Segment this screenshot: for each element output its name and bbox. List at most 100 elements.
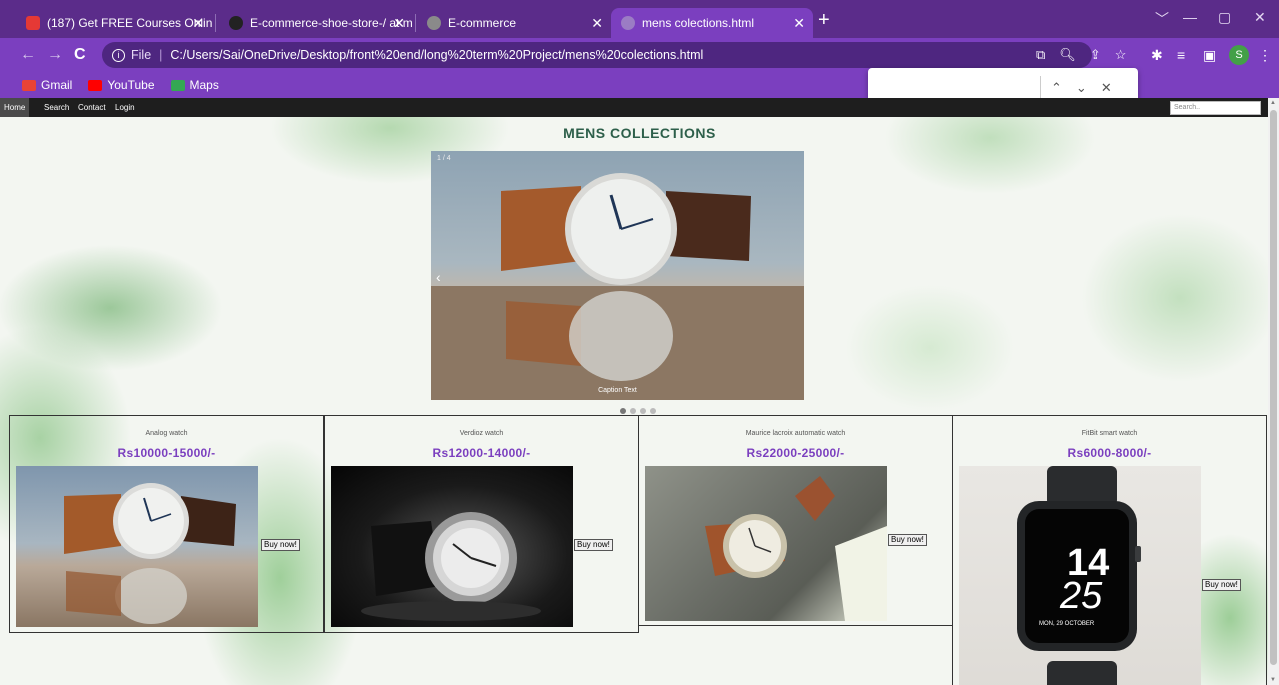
slide-dot-2[interactable] xyxy=(630,408,636,414)
close-tab-icon[interactable]: ✕ xyxy=(192,15,204,32)
product-price: Rs12000-14000/- xyxy=(432,446,531,460)
bookmark-label: Maps xyxy=(189,78,219,92)
extensions-icon[interactable]: ✱ xyxy=(1151,47,1163,64)
tab-ecommerce[interactable]: E-commerce ✕ xyxy=(417,8,611,38)
github-favicon-icon xyxy=(229,16,243,30)
close-tab-icon[interactable]: ✕ xyxy=(393,15,405,32)
address-separator: | xyxy=(159,48,163,62)
site-info-icon[interactable]: i xyxy=(112,48,125,62)
nav-home[interactable]: Home xyxy=(0,98,30,117)
find-next-button[interactable]: ⌄ xyxy=(1076,80,1087,96)
gmail-icon xyxy=(22,79,36,91)
bookmark-youtube[interactable]: YouTube xyxy=(88,78,155,92)
find-previous-button[interactable]: ⌃ xyxy=(1051,80,1062,96)
product-name: Maurice lacroix automatic watch xyxy=(745,430,846,437)
slide-dot-4[interactable] xyxy=(650,408,656,414)
tab-search-icon[interactable]: ﹀ xyxy=(1155,9,1169,29)
product-price: Rs6000-8000/- xyxy=(1067,446,1152,460)
tab-title: E-commerce xyxy=(448,16,517,30)
tab-strip: (187) Get FREE Courses Online w ✕ E-comm… xyxy=(0,0,1279,38)
scroll-up-icon[interactable]: ▲ xyxy=(1270,100,1276,106)
maximize-button[interactable]: ▢ xyxy=(1218,9,1231,26)
slide-dot-3[interactable] xyxy=(640,408,646,414)
smartwatch-minute: 25 xyxy=(1060,575,1103,617)
close-tab-icon[interactable]: ✕ xyxy=(591,15,603,32)
menu-icon[interactable]: ⋮ xyxy=(1258,47,1272,64)
previous-slide-icon[interactable]: ‹ xyxy=(436,269,441,285)
slide-counter: 1 / 4 xyxy=(437,155,451,162)
zoom-icon[interactable]: 🔍︎ xyxy=(1059,47,1076,63)
side-panel-icon[interactable]: ▣ xyxy=(1203,47,1216,64)
reload-button[interactable]: C xyxy=(74,46,86,64)
find-close-button[interactable]: ✕ xyxy=(1101,80,1112,96)
product-price: Rs22000-25000/- xyxy=(746,446,845,460)
slide-caption: Caption Text xyxy=(598,387,637,394)
globe-favicon-icon xyxy=(621,16,635,30)
nav-login[interactable]: Login xyxy=(111,98,139,117)
product-card-verdioz: Verdioz watch Rs12000-14000/- Buy now! xyxy=(324,415,639,633)
tab-divider xyxy=(215,14,216,32)
tab-courses[interactable]: (187) Get FREE Courses Online w ✕ xyxy=(16,8,212,38)
site-navbar: Home Search Contact Login Search.. xyxy=(0,98,1268,117)
buy-now-button[interactable]: Buy now! xyxy=(574,539,613,551)
reading-list-icon[interactable]: ≡ xyxy=(1177,47,1185,63)
new-tab-button[interactable]: + xyxy=(818,10,830,30)
product-image xyxy=(645,466,887,621)
product-card-fitbit: FitBit smart watch Rs6000-8000/- 14 25 M… xyxy=(952,415,1267,685)
tab-divider xyxy=(415,14,416,32)
product-image xyxy=(16,466,258,627)
tab-title: mens colections.html xyxy=(642,16,755,30)
bookmark-label: YouTube xyxy=(107,78,155,92)
close-window-button[interactable]: ✕ xyxy=(1254,9,1266,26)
bookmark-star-icon[interactable]: ☆ xyxy=(1115,47,1127,63)
youtube-favicon-icon xyxy=(26,16,40,30)
smartwatch-date: MON, 29 OCTOBER xyxy=(1039,621,1095,627)
back-button[interactable]: ← xyxy=(20,46,36,64)
browser-toolbar: ← → C i File | C:/Users/Sai/OneDrive/Des… xyxy=(0,38,1279,72)
slideshow: 1 / 4 ‹ Caption Text xyxy=(431,151,804,400)
nav-contact[interactable]: Contact xyxy=(74,98,110,117)
youtube-icon xyxy=(88,79,103,91)
find-divider xyxy=(1040,76,1041,100)
close-tab-icon[interactable]: ✕ xyxy=(793,15,805,32)
nav-search[interactable]: Search xyxy=(40,98,73,117)
slide-dot-1[interactable] xyxy=(620,408,626,414)
bookmark-maps[interactable]: Maps xyxy=(170,78,219,92)
page-scrollbar[interactable]: ▲ ▼ xyxy=(1268,98,1279,685)
share-icon[interactable]: ⇪ xyxy=(1090,47,1101,63)
tab-mens-collections[interactable]: mens colections.html ✕ xyxy=(611,8,813,38)
product-card-analog: Analog watch Rs10000-15000/- Buy now! xyxy=(9,415,324,633)
product-image xyxy=(331,466,573,627)
profile-avatar[interactable]: S xyxy=(1229,45,1249,65)
minimize-button[interactable]: — xyxy=(1183,9,1197,25)
slide-dots xyxy=(620,408,656,414)
product-image: 14 25 MON, 29 OCTOBER xyxy=(959,466,1201,685)
slide-image xyxy=(431,173,804,400)
site-search-input[interactable]: Search.. xyxy=(1170,101,1261,115)
forward-button[interactable]: → xyxy=(47,46,63,64)
product-name: FitBit smart watch xyxy=(1081,430,1138,437)
buy-now-button[interactable]: Buy now! xyxy=(261,539,300,551)
tab-title: E-commerce-shoe-store-/ at mai xyxy=(250,16,413,30)
product-name: Verdioz watch xyxy=(459,430,504,437)
buy-now-button[interactable]: Buy now! xyxy=(1202,579,1241,591)
scheme-label: File xyxy=(131,48,152,62)
tab-title: (187) Get FREE Courses Online w xyxy=(47,16,212,30)
url-text[interactable]: C:/Users/Sai/OneDrive/Desktop/front%20en… xyxy=(170,48,703,62)
omnibox-actions: ⧉ 🔍︎ ⇪ ☆ xyxy=(1036,47,1126,63)
buy-now-button[interactable]: Buy now! xyxy=(888,534,927,546)
product-card-maurice-lacroix: Maurice lacroix automatic watch Rs22000-… xyxy=(638,415,953,626)
globe-favicon-icon xyxy=(427,16,441,30)
maps-icon xyxy=(170,79,185,91)
scroll-down-icon[interactable]: ▼ xyxy=(1270,677,1276,683)
bookmark-label: Gmail xyxy=(41,78,73,92)
address-bar[interactable]: i File | C:/Users/Sai/OneDrive/Desktop/f… xyxy=(102,42,1092,68)
page-title: MENS COLLECTIONS xyxy=(563,125,716,141)
tab-github[interactable]: E-commerce-shoe-store-/ at mai ✕ xyxy=(219,8,413,38)
page-action-icon[interactable]: ⧉ xyxy=(1036,47,1045,63)
scrollbar-thumb[interactable] xyxy=(1270,110,1277,665)
bookmark-gmail[interactable]: Gmail xyxy=(22,78,72,92)
page-viewport: Home Search Contact Login Search.. MENS … xyxy=(0,98,1268,685)
product-price: Rs10000-15000/- xyxy=(117,446,216,460)
product-name: Analog watch xyxy=(145,430,188,437)
